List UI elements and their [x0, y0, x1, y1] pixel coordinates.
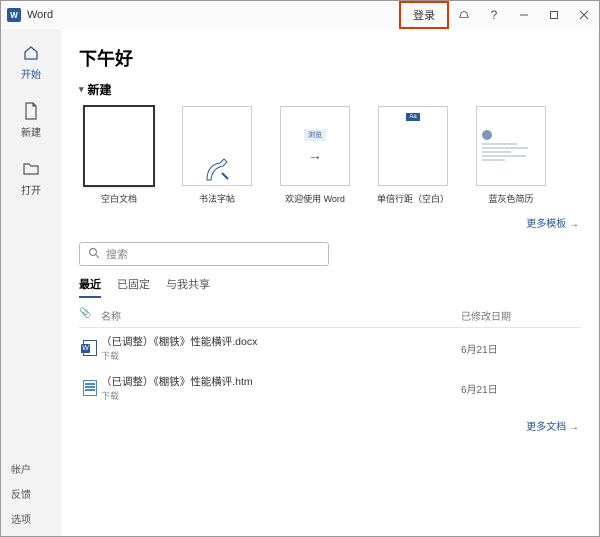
- maximize-button[interactable]: [539, 1, 569, 29]
- more-docs-link[interactable]: 更多文档 →: [79, 418, 579, 433]
- greeting: 下午好: [79, 45, 581, 71]
- folder-icon: [21, 159, 41, 179]
- new-section-header[interactable]: ▾ 新建: [79, 81, 581, 98]
- template-thumb: [182, 106, 252, 186]
- home-icon: [21, 43, 41, 63]
- template-thumb: [476, 106, 546, 186]
- sidebar-item-account[interactable]: 帐户: [11, 461, 31, 476]
- arrow-right-icon: →: [308, 147, 322, 163]
- template-thumb: [84, 106, 154, 186]
- close-button[interactable]: [569, 1, 599, 29]
- search-input[interactable]: 搜索: [79, 242, 329, 266]
- help-button[interactable]: ?: [479, 1, 509, 29]
- sidebar: 开始 新建 打开 帐户 反馈 选项: [1, 29, 61, 536]
- template-calligraphy[interactable]: 书法字帖: [177, 106, 257, 205]
- tab-recent[interactable]: 最近: [79, 276, 101, 298]
- template-thumb: Aa: [378, 106, 448, 186]
- search-icon: [88, 247, 100, 262]
- doc-tabs: 最近 已固定 与我共享: [79, 276, 581, 298]
- app-title: Word: [27, 9, 53, 21]
- sidebar-item-feedback[interactable]: 反馈: [11, 486, 31, 501]
- htm-file-icon: [83, 380, 97, 396]
- sidebar-item-home[interactable]: 开始: [21, 43, 41, 81]
- list-header: 📎 名称 已修改日期: [79, 304, 581, 328]
- pin-icon: 📎: [79, 308, 101, 323]
- template-thumb: 浏览 →: [280, 106, 350, 186]
- template-single-space[interactable]: Aa 单倍行距（空白）: [373, 106, 453, 205]
- template-welcome[interactable]: 浏览 → 欢迎使用 Word: [275, 106, 355, 205]
- tab-shared[interactable]: 与我共享: [166, 276, 210, 298]
- notification-icon[interactable]: [449, 1, 479, 29]
- titlebar: W Word 登录 ?: [1, 1, 599, 29]
- template-blank[interactable]: 空白文档: [79, 106, 159, 205]
- login-button[interactable]: 登录: [399, 1, 449, 29]
- sidebar-item-options[interactable]: 选项: [11, 511, 31, 526]
- word-file-icon: [83, 340, 97, 356]
- new-doc-icon: [21, 101, 41, 121]
- sidebar-item-new[interactable]: 新建: [21, 101, 41, 139]
- main-panel: 下午好 ▾ 新建 空白文档 书法字帖 浏览: [61, 29, 599, 536]
- word-app-icon: W: [7, 8, 21, 22]
- file-row[interactable]: （已调整）《棚铁》性能横评.docx 下载 6月21日: [79, 328, 581, 368]
- template-resume[interactable]: 蓝灰色简历: [471, 106, 551, 205]
- template-row: 空白文档 书法字帖 浏览 → 欢迎使用 Word: [79, 106, 581, 205]
- tab-pinned[interactable]: 已固定: [117, 276, 150, 298]
- chevron-down-icon: ▾: [79, 84, 84, 95]
- minimize-button[interactable]: [509, 1, 539, 29]
- sidebar-item-open[interactable]: 打开: [21, 159, 41, 197]
- more-templates-link[interactable]: 更多模板 →: [79, 215, 579, 230]
- file-row[interactable]: （已调整）《棚铁》性能横评.htm 下载 6月21日: [79, 368, 581, 408]
